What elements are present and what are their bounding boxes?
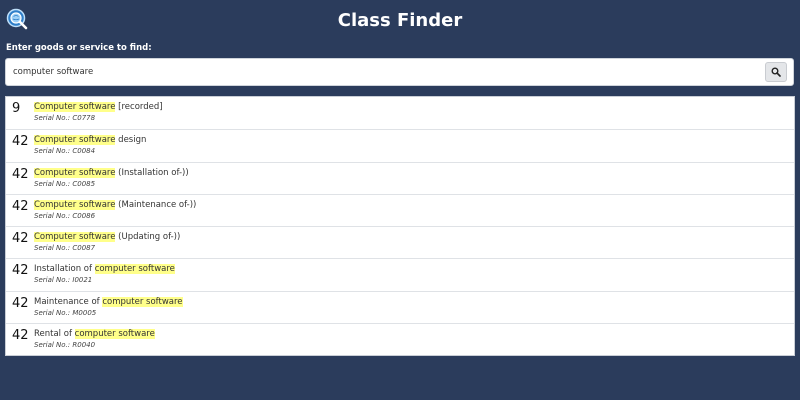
result-row[interactable]: 42 Rental of computer software Serial No…	[6, 323, 794, 355]
serial-label: Serial No.:	[34, 211, 73, 220]
result-row[interactable]: 42 Computer software (Installation of-))…	[6, 161, 794, 194]
class-number: 42	[12, 328, 29, 344]
serial-label: Serial No.:	[34, 114, 73, 122]
serial-label: Serial No.:	[34, 147, 73, 156]
serial-value: R0040	[72, 341, 96, 350]
search-highlight: computer software	[74, 329, 155, 340]
result-title: Computer software (Installation of-))	[34, 167, 189, 179]
serial-value: M0005	[72, 308, 97, 317]
serial-label: Serial No.:	[34, 276, 73, 285]
result-row[interactable]: 9 Computer software [recorded] Serial No…	[6, 97, 794, 129]
serial-value: C0778	[72, 114, 96, 122]
serial-value: I0021	[72, 276, 93, 285]
result-row[interactable]: 42 Computer software (Updating of-)) Ser…	[6, 226, 794, 258]
title-suffix: [recorded]	[115, 102, 163, 112]
result-title: Computer software (Updating of-))	[34, 231, 180, 243]
title-prefix: Installation of	[34, 264, 95, 275]
class-number: 9	[12, 101, 21, 116]
serial-number: Serial No.: C0084	[34, 147, 95, 156]
result-title: Installation of computer software	[34, 263, 175, 275]
search-icon	[771, 67, 781, 77]
results-list: 9 Computer software [recorded] Serial No…	[5, 96, 795, 357]
search-highlight: computer software	[94, 264, 175, 275]
serial-number: Serial No.: R0040	[34, 341, 95, 350]
title-prefix: Maintenance of	[34, 296, 103, 307]
search-highlight: Computer software	[34, 232, 116, 243]
class-number: 42	[12, 134, 29, 150]
serial-value: C0084	[72, 147, 96, 156]
result-title: Rental of computer software	[34, 328, 155, 340]
serial-number: Serial No.: C0087	[34, 244, 95, 253]
class-number: 42	[12, 231, 29, 247]
search-box	[5, 58, 794, 86]
serial-number: Serial No.: C0778	[34, 114, 95, 123]
result-row[interactable]: 42 Computer software (Maintenance of-)) …	[6, 193, 794, 226]
title-suffix: (Updating of-))	[115, 232, 181, 243]
result-row[interactable]: 42 Maintenance of computer software Seri…	[6, 290, 794, 323]
class-number: 42	[12, 166, 29, 182]
title-suffix: (Installation of-))	[115, 167, 189, 178]
serial-number: Serial No.: I0021	[34, 276, 92, 285]
result-title: Computer software [recorded]	[34, 101, 163, 113]
search-highlight: Computer software	[34, 135, 116, 146]
search-highlight: computer software	[102, 296, 183, 307]
search-input[interactable]	[7, 60, 759, 84]
serial-value: C0085	[72, 179, 96, 188]
serial-number: Serial No.: C0085	[34, 180, 95, 189]
result-row[interactable]: 42 Computer software design Serial No.: …	[6, 129, 794, 161]
page-title: Class Finder	[337, 10, 463, 31]
title-suffix: design	[115, 135, 147, 146]
result-title: Computer software design	[34, 134, 146, 146]
serial-label: Serial No.:	[34, 341, 73, 350]
search-label: Enter goods or service to find:	[6, 43, 152, 53]
search-highlight: Computer software	[34, 199, 116, 210]
title-prefix: Rental of	[34, 329, 75, 340]
serial-label: Serial No.:	[34, 179, 73, 188]
class-number: 42	[12, 263, 29, 279]
serial-value: C0086	[72, 211, 96, 220]
search-highlight: Computer software	[34, 167, 116, 178]
title-suffix: (Maintenance of-))	[115, 199, 197, 210]
result-row[interactable]: 42 Installation of computer software Ser…	[6, 258, 794, 290]
result-title: Computer software (Maintenance of-))	[34, 199, 196, 211]
serial-number: Serial No.: C0086	[34, 212, 95, 221]
search-highlight: Computer software	[34, 102, 116, 112]
search-button[interactable]	[765, 62, 787, 82]
class-number: 42	[12, 198, 29, 214]
serial-number: Serial No.: M0005	[34, 309, 96, 318]
class-number: 42	[12, 295, 29, 311]
serial-label: Serial No.:	[34, 244, 73, 253]
serial-label: Serial No.:	[34, 308, 73, 317]
result-title: Maintenance of computer software	[34, 296, 183, 308]
serial-value: C0087	[72, 244, 96, 253]
